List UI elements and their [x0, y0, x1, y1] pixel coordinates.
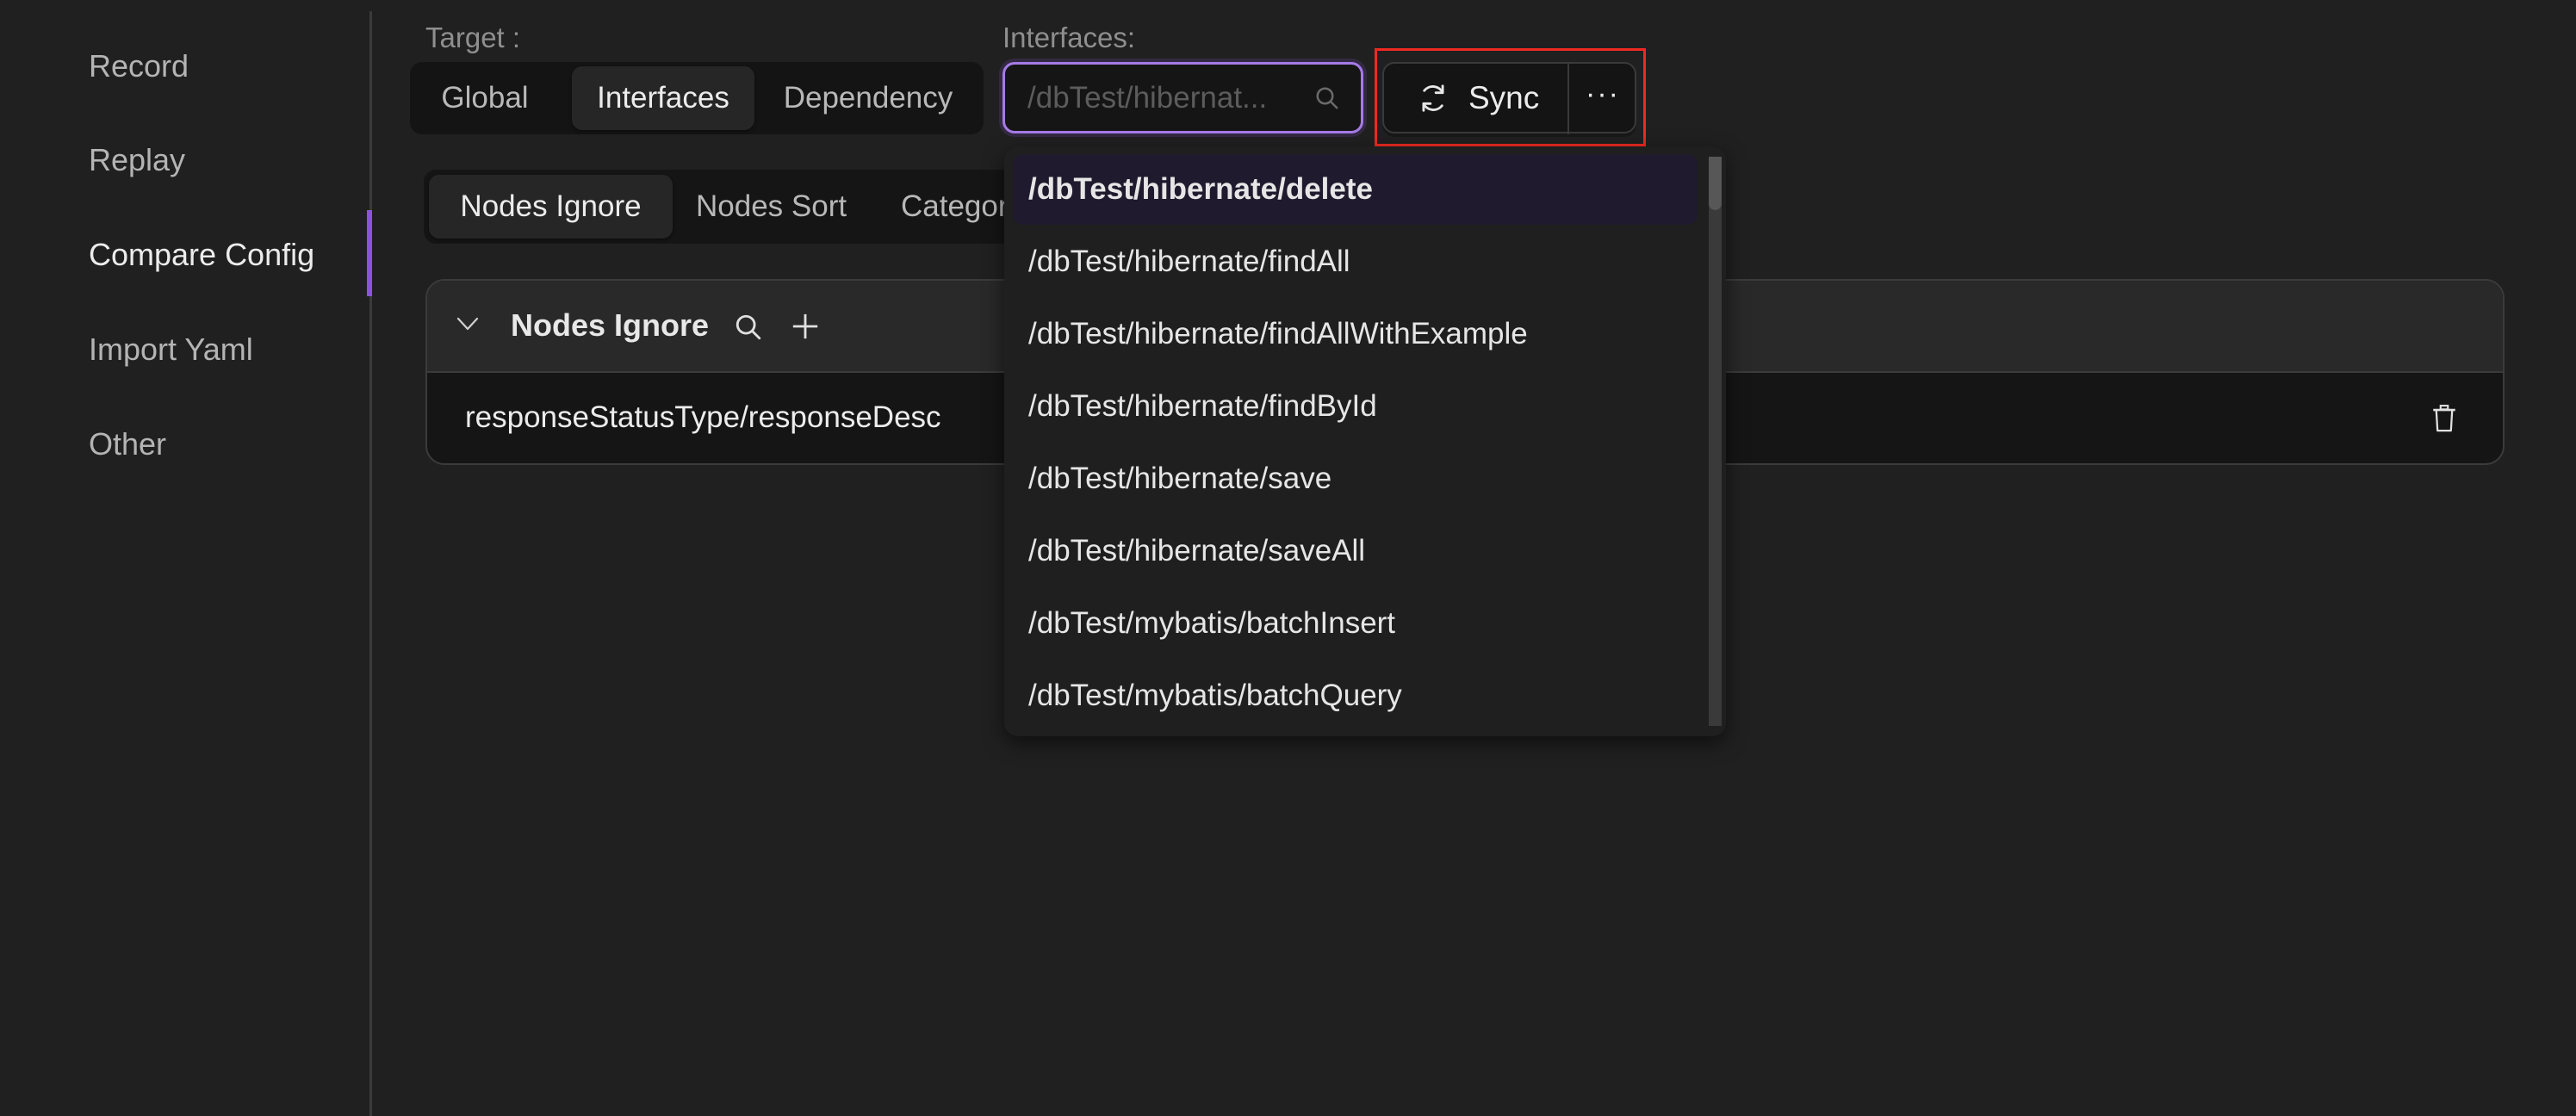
- target-segmented-control: Global Interfaces Dependency: [410, 62, 984, 134]
- search-icon: [1316, 87, 1338, 109]
- chevron-down-icon[interactable]: [456, 315, 479, 332]
- dropdown-option[interactable]: /dbTest/mybatis/batchInsert: [1013, 588, 1698, 659]
- interfaces-search-input[interactable]: [1027, 65, 1303, 131]
- sync-button[interactable]: Sync: [1384, 64, 1567, 132]
- target-option-dependency[interactable]: Dependency: [765, 66, 971, 130]
- sidebar-active-indicator: [367, 210, 372, 296]
- interfaces-search-field: [1002, 62, 1363, 133]
- card-title: Nodes Ignore: [511, 307, 710, 343]
- sync-button-group: Sync ···: [1382, 62, 1636, 134]
- interfaces-dropdown: /dbTest/hibernate/delete /dbTest/hiberna…: [1004, 146, 1726, 736]
- sync-button-label: Sync: [1468, 80, 1540, 115]
- dropdown-scrollbar[interactable]: [1709, 157, 1722, 726]
- sidebar-item-import-yaml[interactable]: Import Yaml: [89, 331, 253, 369]
- dropdown-option[interactable]: /dbTest/hibernate/saveAll: [1013, 516, 1698, 586]
- sidebar-item-compare-config[interactable]: Compare Config: [89, 236, 314, 274]
- plus-icon[interactable]: [791, 312, 820, 341]
- node-path: responseStatusType/responseDesc: [465, 400, 941, 434]
- config-tabs: Nodes Ignore Nodes Sort Categories: [424, 170, 1027, 244]
- search-icon[interactable]: [734, 313, 763, 342]
- sidebar-item-other[interactable]: Other: [89, 425, 166, 463]
- sidebar-divider: [369, 11, 372, 1116]
- more-options-button[interactable]: ···: [1569, 64, 1636, 132]
- sidebar: Record Replay Compare Config Import Yaml…: [0, 0, 370, 1116]
- dropdown-scrollbar-thumb[interactable]: [1709, 157, 1722, 210]
- ellipsis-icon: ···: [1586, 78, 1620, 110]
- tab-nodes-ignore[interactable]: Nodes Ignore: [429, 175, 673, 239]
- sidebar-item-replay[interactable]: Replay: [89, 141, 185, 179]
- dropdown-option[interactable]: /dbTest/hibernate/findById: [1013, 371, 1698, 442]
- target-option-interfaces[interactable]: Interfaces: [572, 66, 754, 130]
- tab-nodes-sort[interactable]: Nodes Sort: [696, 175, 847, 239]
- interfaces-label: Interfaces:: [1002, 22, 1136, 53]
- dropdown-option[interactable]: /dbTest/hibernate/save: [1013, 443, 1698, 514]
- trash-icon[interactable]: [2431, 404, 2457, 433]
- sync-icon: [1422, 84, 1444, 112]
- dropdown-option[interactable]: /dbTest/hibernate/delete: [1013, 154, 1698, 225]
- target-option-global[interactable]: Global: [420, 66, 549, 130]
- dropdown-option[interactable]: /dbTest/mybatis/batchQuery: [1013, 660, 1698, 731]
- sidebar-item-record[interactable]: Record: [89, 47, 189, 85]
- dropdown-option[interactable]: /dbTest/hibernate/findAllWithExample: [1013, 299, 1698, 369]
- dropdown-option[interactable]: /dbTest/hibernate/findAll: [1013, 226, 1698, 297]
- target-label: Target :: [425, 22, 521, 53]
